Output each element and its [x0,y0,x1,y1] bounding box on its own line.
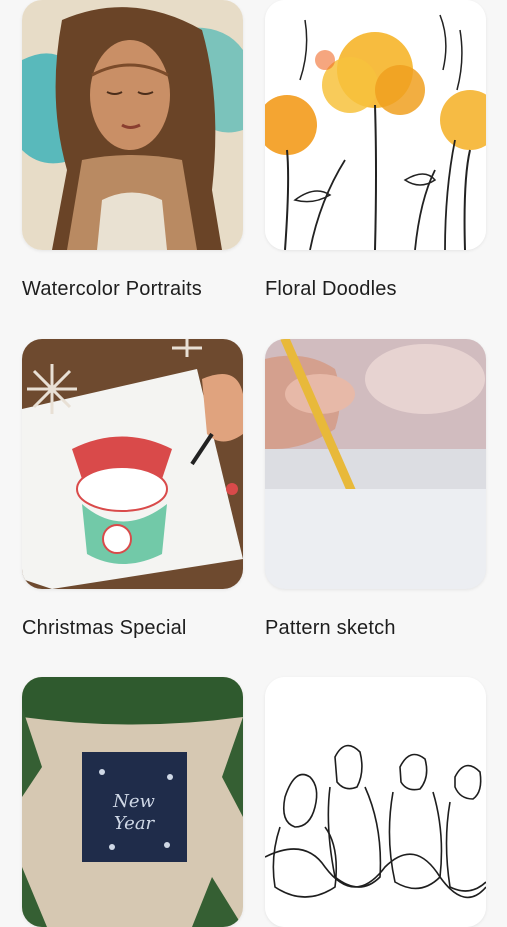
category-label: Watercolor Portraits [22,278,202,300]
watercolor-portrait-image[interactable] [22,0,243,250]
christmas-special-image[interactable] [22,339,243,589]
category-card-line-art[interactable] [265,677,486,927]
new-year-card-image[interactable]: New Year [22,677,243,927]
category-label: Christmas Special [22,617,187,639]
pattern-sketch-image[interactable] [265,339,486,589]
category-label: Floral Doodles [265,278,397,300]
category-grid: Watercolor Portraits Floral Doodles Chri… [0,0,507,927]
floral-doodles-image[interactable] [265,0,486,250]
category-label: Pattern sketch [265,617,396,639]
svg-text:New: New [112,791,155,812]
line-art-friends-image[interactable] [265,677,486,927]
category-card-new-year[interactable]: New Year [22,677,243,927]
category-card-christmas-special[interactable]: Christmas Special [22,339,243,639]
category-card-watercolor-portraits[interactable]: Watercolor Portraits [22,0,243,300]
category-card-pattern-sketch[interactable]: Pattern sketch [265,339,486,639]
svg-text:Year: Year [114,813,156,834]
snowflake-left [27,364,77,414]
category-card-floral-doodles[interactable]: Floral Doodles [265,0,486,300]
